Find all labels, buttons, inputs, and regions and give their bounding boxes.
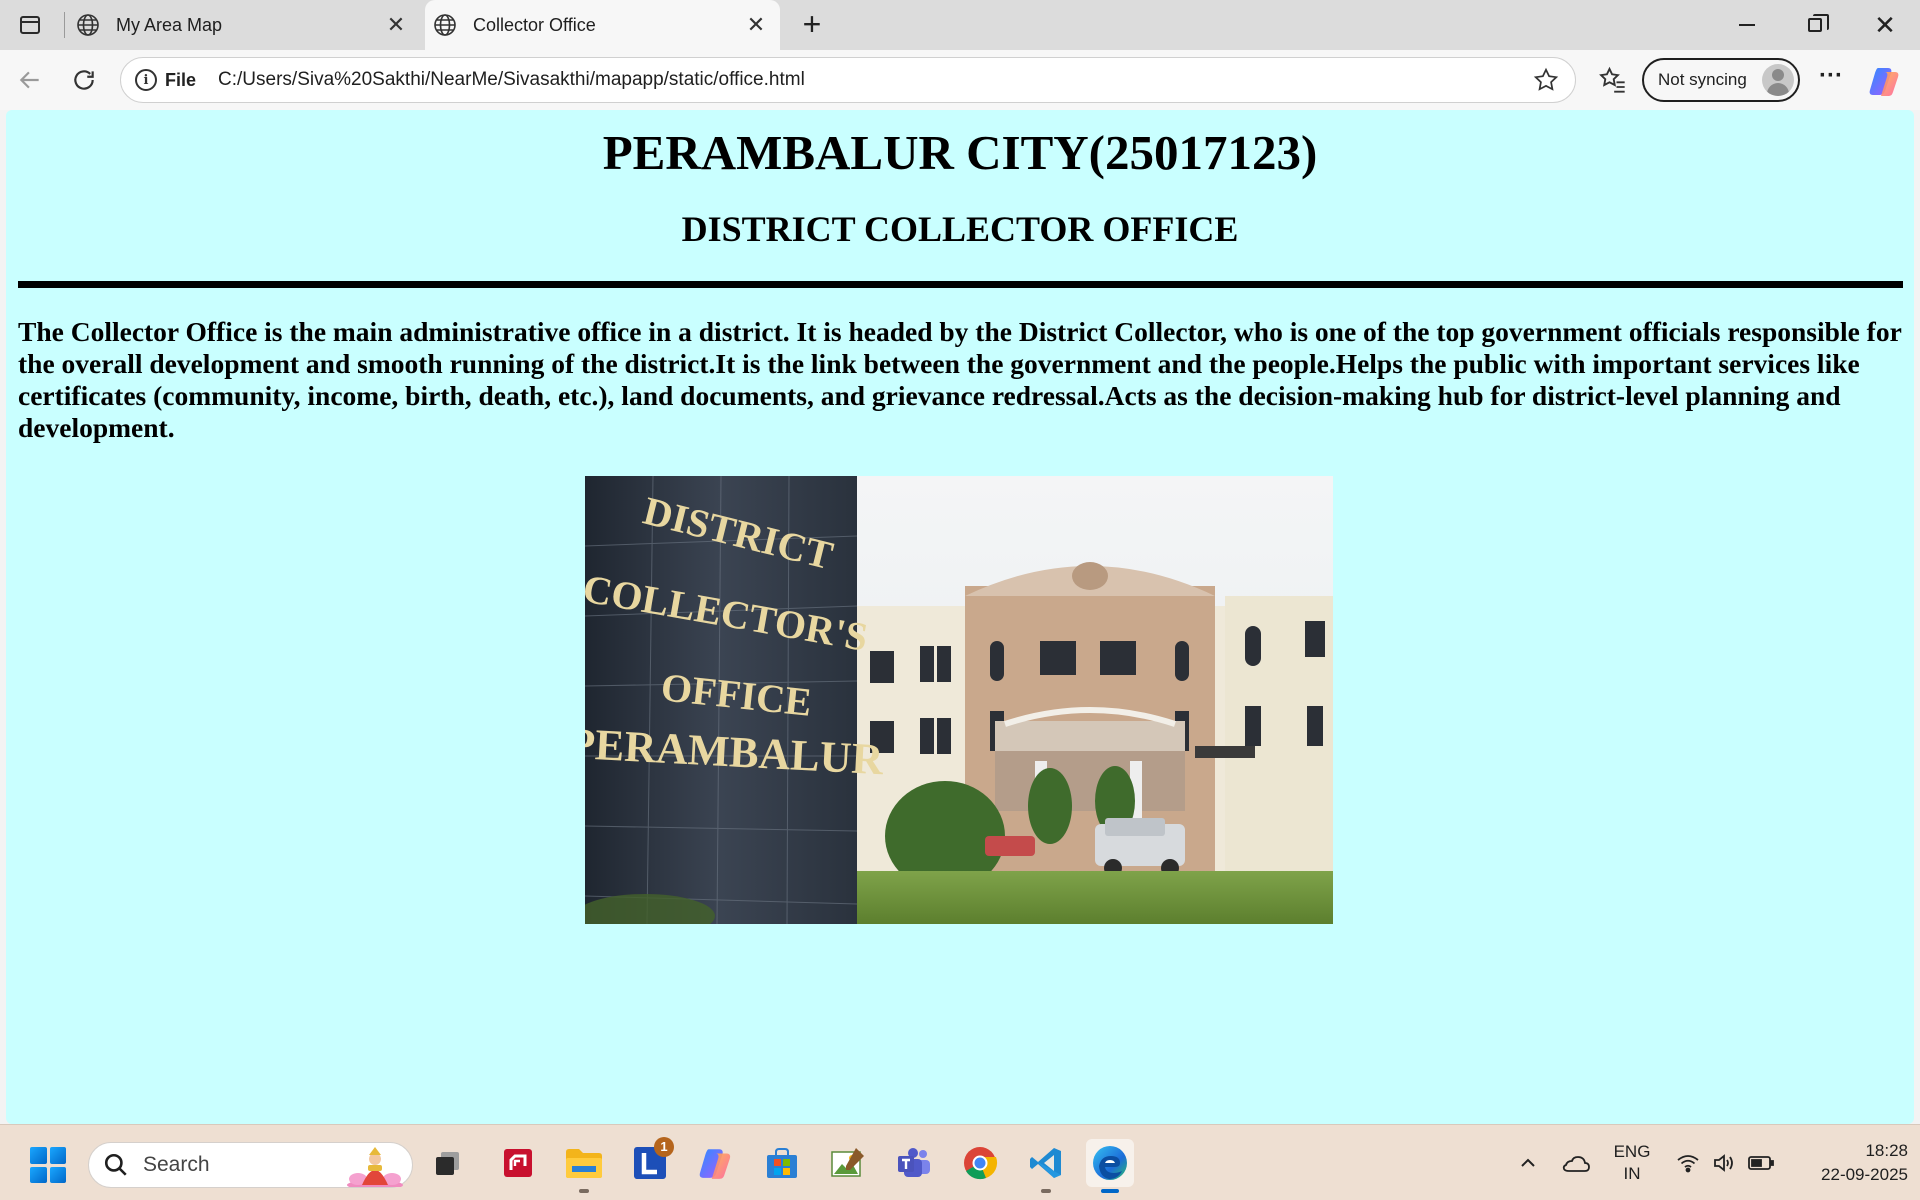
globe-icon: [77, 14, 99, 36]
settings-more-icon[interactable]: ···: [1814, 63, 1848, 97]
minimize-icon: [1739, 24, 1755, 26]
clock-button[interactable]: 18:28 22-09-2025: [1790, 1125, 1908, 1200]
windows-taskbar: Search 1 ENG IN 18:28 22-09-2025: [0, 1124, 1920, 1200]
vscode-icon: [1030, 1148, 1061, 1178]
store-icon: [767, 1148, 797, 1178]
running-indicator: [1101, 1189, 1119, 1193]
close-tab-icon[interactable]: ✕: [382, 11, 410, 39]
onedrive-button[interactable]: [1558, 1125, 1594, 1200]
show-hidden-icons-button[interactable]: [1514, 1125, 1542, 1200]
folder-icon: [566, 1149, 602, 1178]
copilot-icon: [699, 1149, 731, 1179]
edge-button[interactable]: [1086, 1139, 1134, 1193]
copilot-icon[interactable]: [1868, 64, 1902, 98]
page-subtitle: DISTRICT COLLECTOR OFFICE: [681, 209, 1239, 249]
teams-button[interactable]: [890, 1139, 938, 1187]
taskbar-search[interactable]: Search: [88, 1142, 413, 1188]
copilot-taskbar-button[interactable]: [692, 1139, 740, 1187]
photo-editor-button[interactable]: [824, 1139, 872, 1187]
reload-button[interactable]: [66, 62, 102, 98]
page-viewport: PERAMBALUR CITY(25017123) DISTRICT COLLE…: [6, 110, 1914, 1124]
tab-separator: [64, 12, 65, 38]
wifi-icon: [1677, 1155, 1699, 1173]
l-app-button[interactable]: 1: [626, 1137, 674, 1187]
tab-title: Collector Office: [473, 14, 596, 35]
restore-icon: [1808, 14, 1829, 32]
address-bar[interactable]: i File C:/Users/Siva%20Sakthi/NearMe/Siv…: [120, 57, 1576, 103]
notification-badge: 1: [654, 1137, 674, 1157]
cloud-icon: [1562, 1156, 1590, 1172]
tab-strip: My Area Map ✕ Collector Office ✕ + ✕: [0, 0, 1920, 50]
battery-icon: [1748, 1156, 1774, 1170]
language-region: IN: [1623, 1164, 1641, 1183]
page-title: PERAMBALUR CITY(25017123): [602, 125, 1318, 180]
minimize-button[interactable]: [1724, 8, 1770, 42]
avatar: [1762, 64, 1794, 96]
scheme-label: File: [165, 69, 197, 90]
quick-settings-button[interactable]: [1670, 1125, 1780, 1200]
running-indicator: [1041, 1189, 1051, 1193]
windows-logo-icon: [30, 1147, 47, 1164]
globe-icon: [434, 14, 456, 36]
task-view-icon: [436, 1152, 459, 1175]
photo-editor-icon: [831, 1148, 864, 1177]
url-text[interactable]: C:/Users/Siva%20Sakthi/NearMe/Sivasakthi…: [218, 69, 1531, 91]
reload-icon: [74, 70, 94, 90]
chrome-icon: [964, 1147, 998, 1180]
restore-button[interactable]: [1792, 8, 1838, 42]
horizontal-rule: [18, 281, 1903, 288]
tab-collector-office[interactable]: Collector Office ✕: [425, 0, 780, 50]
site-info-icon[interactable]: i: [135, 69, 157, 91]
collector-office-photo: DISTRICT COLLECTOR'S OFFICE PERAMBALUR: [585, 476, 1333, 924]
sync-status-label: Not syncing: [1658, 70, 1747, 89]
microsoft-store-button[interactable]: [758, 1139, 806, 1187]
search-highlight-icon: [347, 1147, 403, 1187]
favorite-star-icon[interactable]: [1531, 65, 1561, 95]
back-arrow-icon: [19, 71, 39, 89]
tab-my-area-map[interactable]: My Area Map ✕: [72, 0, 420, 50]
back-button[interactable]: [12, 62, 48, 98]
teams-icon: [898, 1148, 930, 1177]
search-placeholder: Search: [143, 1153, 210, 1176]
clock-time: 18:28: [1865, 1141, 1908, 1160]
office-description: The Collector Office is the main adminis…: [18, 316, 1902, 443]
running-indicator: [579, 1189, 589, 1193]
tab-actions-icon[interactable]: [14, 12, 46, 38]
office-photo-illustration: DISTRICT COLLECTOR'S OFFICE PERAMBALUR: [585, 476, 1333, 924]
language-code: ENG: [1613, 1142, 1651, 1161]
close-window-button[interactable]: ✕: [1862, 8, 1908, 42]
task-view-button[interactable]: [424, 1139, 472, 1187]
file-explorer-button[interactable]: [560, 1139, 608, 1193]
tab-title: My Area Map: [116, 14, 223, 35]
amd-icon: [504, 1149, 532, 1177]
amd-software-button[interactable]: [494, 1139, 542, 1187]
close-tab-icon[interactable]: ✕: [742, 11, 770, 39]
clock-date: 22-09-2025: [1821, 1165, 1908, 1184]
new-tab-button[interactable]: +: [795, 8, 829, 42]
start-button[interactable]: [30, 1147, 66, 1183]
volume-icon: [1714, 1154, 1733, 1172]
search-icon: [104, 1153, 127, 1176]
close-icon: ✕: [1874, 9, 1896, 40]
chevron-up-icon: [1521, 1158, 1535, 1167]
edge-icon: [1093, 1146, 1127, 1180]
favorites-icon[interactable]: [1596, 63, 1630, 97]
chrome-button[interactable]: [956, 1139, 1004, 1187]
vscode-button[interactable]: [1022, 1139, 1070, 1193]
browser-toolbar: i File C:/Users/Siva%20Sakthi/NearMe/Siv…: [0, 50, 1920, 110]
profile-sync-button[interactable]: Not syncing: [1642, 58, 1800, 102]
input-language-button[interactable]: ENG IN: [1610, 1125, 1654, 1200]
